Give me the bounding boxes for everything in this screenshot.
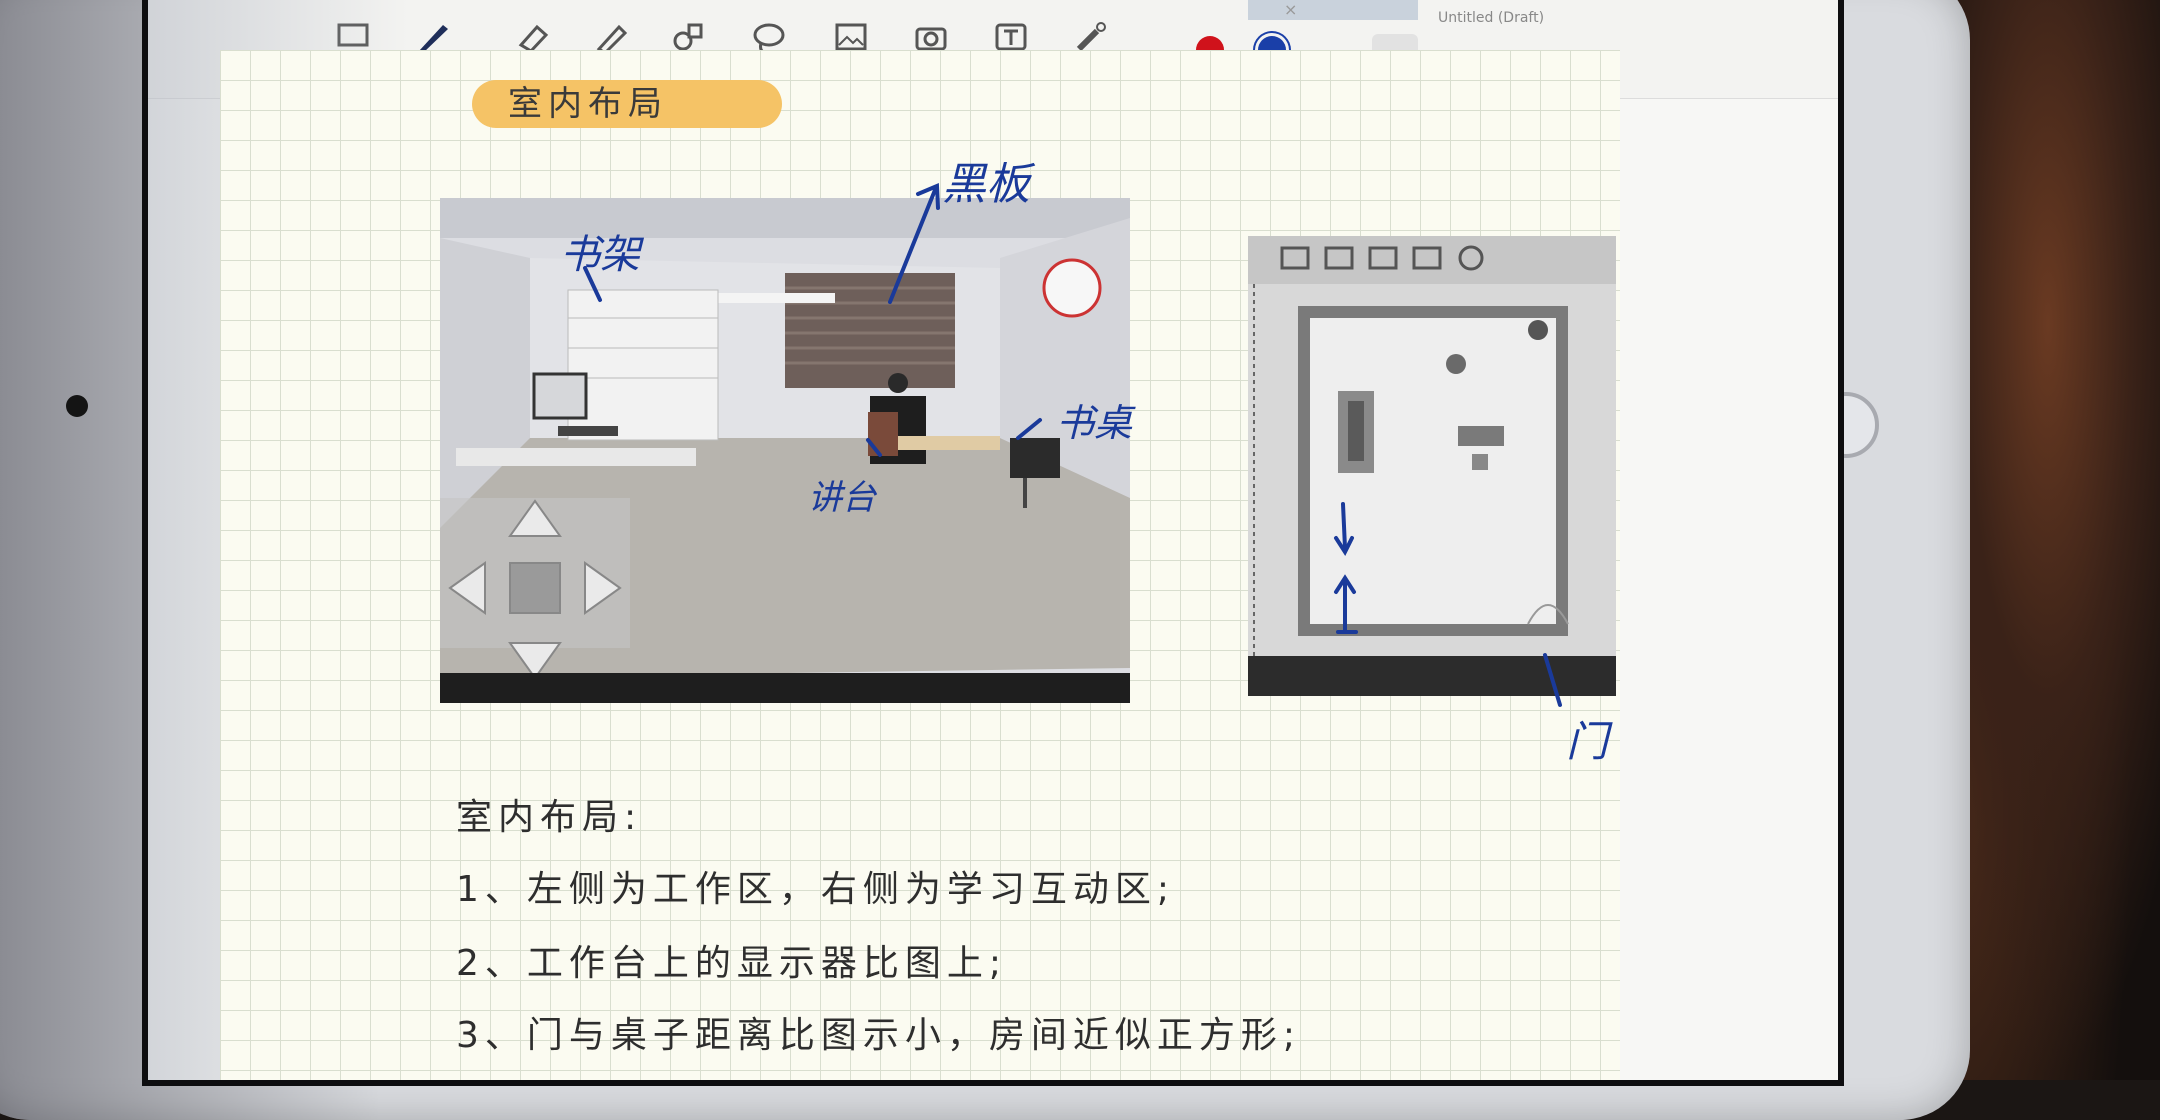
annotation-podium: 讲台 [808, 478, 876, 518]
notes-heading: 室内布局: [456, 797, 643, 838]
ink-strokes [583, 183, 1562, 707]
notes-item-2: 2、工作台上的显示器比图上; [456, 943, 1008, 984]
annotation-bookshelf: 书架 [560, 232, 640, 278]
annotation-door: 门 [1566, 717, 1609, 766]
notes-item-1: 1、左侧为工作区，右侧为学习互动区; [456, 869, 1176, 910]
notes-item-3: 3、门与桌子距离比图示小，房间近似正方形; [456, 1015, 1302, 1056]
annotation-blackboard: 黑板 [942, 159, 1030, 210]
annotation-desk: 书桌 [1056, 401, 1133, 445]
